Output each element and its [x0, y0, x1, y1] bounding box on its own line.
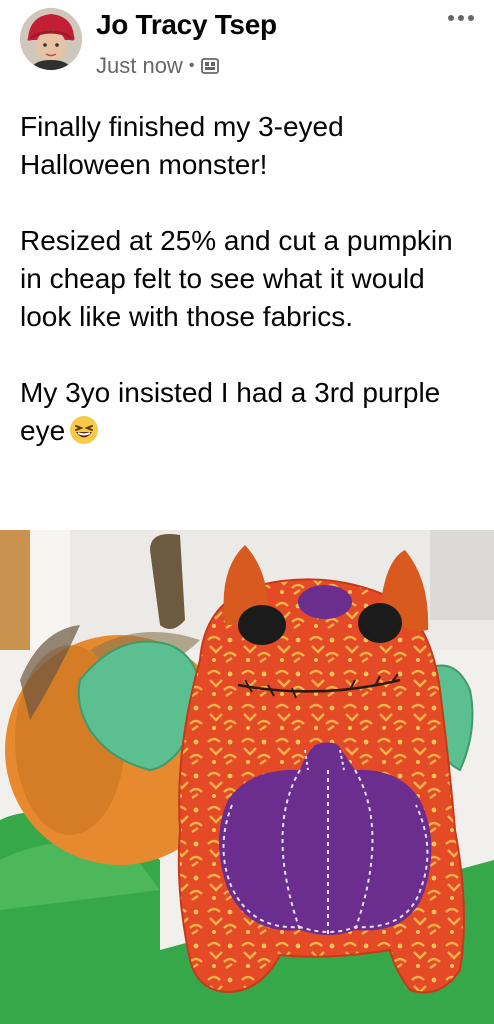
- post-paragraph-3: My 3yo insisted I had a 3rd purple eye: [20, 374, 480, 450]
- post-meta: Just now •: [96, 53, 220, 79]
- meta-separator: •: [188, 57, 195, 74]
- author-avatar[interactable]: [20, 8, 82, 70]
- author-name[interactable]: Jo Tracy Tsep: [96, 9, 277, 41]
- timestamp[interactable]: Just now: [96, 53, 183, 79]
- more-options-icon[interactable]: [444, 4, 478, 32]
- post-photo[interactable]: [0, 530, 494, 1024]
- post-body: Finally finished my 3-eyed Halloween mon…: [20, 108, 480, 450]
- post-header: Jo Tracy Tsep Just now •: [0, 0, 494, 80]
- post-paragraph-1: Finally finished my 3-eyed Halloween mon…: [20, 111, 344, 180]
- post-paragraph-2: Resized at 25% and cut a pumpkin in chea…: [20, 225, 453, 332]
- laughing-face-emoji: [69, 415, 99, 445]
- album-privacy-icon[interactable]: [200, 56, 220, 76]
